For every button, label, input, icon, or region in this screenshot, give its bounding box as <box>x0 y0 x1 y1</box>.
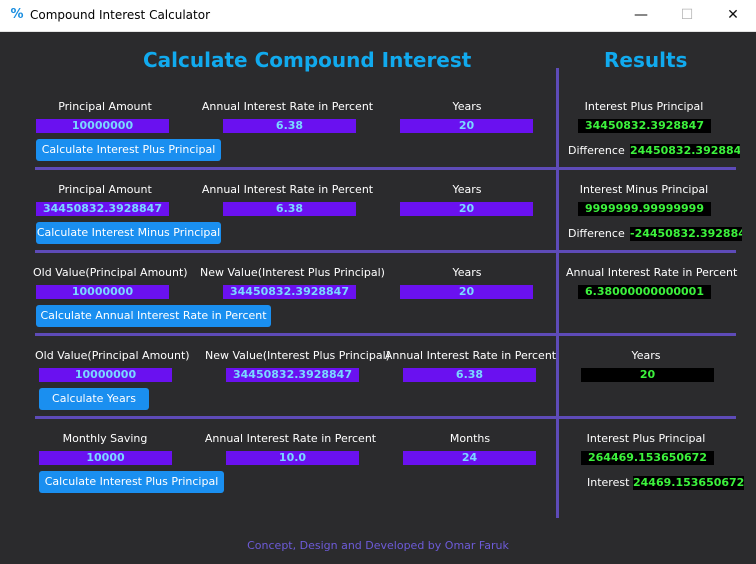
section-divider <box>35 167 736 170</box>
rate-input[interactable]: 6.38 <box>403 368 536 382</box>
results-title: Results <box>604 48 688 72</box>
monthly-saving-input[interactable]: 10000 <box>39 451 172 465</box>
section-divider <box>35 333 736 336</box>
calc-years-button[interactable]: Calculate Years <box>39 388 149 410</box>
calc-interest-minus-principal-button[interactable]: Calculate Interest Minus Principal <box>36 222 221 244</box>
calc-annual-rate-button[interactable]: Calculate Annual Interest Rate in Percen… <box>36 305 271 327</box>
old-value-label: Old Value(Principal Amount) <box>33 266 188 279</box>
rate-label: Annual Interest Rate in Percent <box>384 349 557 362</box>
result-label: Annual Interest Rate in Percent <box>566 266 738 279</box>
difference-label: Difference <box>568 144 625 157</box>
interest-label: Interest <box>587 476 630 489</box>
new-value-input[interactable]: 34450832.3928847 <box>223 285 356 299</box>
principal-input[interactable]: 34450832.3928847 <box>36 202 169 216</box>
minimize-button[interactable]: — <box>618 0 664 31</box>
section-divider <box>35 250 736 253</box>
rate-label: Annual Interest Rate in Percent <box>204 432 377 445</box>
old-value-label: Old Value(Principal Amount) <box>35 349 190 362</box>
title-bar: % Compound Interest Calculator — ☐ ✕ <box>0 0 756 32</box>
result-value: 264469.153650672 <box>581 451 714 465</box>
main-area: Calculate Compound Interest Results Prin… <box>0 31 756 564</box>
new-value-label: New Value(Interest Plus Principal) <box>200 266 385 279</box>
years-input[interactable]: 20 <box>400 202 533 216</box>
months-label: Months <box>449 432 491 445</box>
result-label: Interest Plus Principal <box>584 100 704 113</box>
principal-input[interactable]: 10000000 <box>36 119 169 133</box>
window-title: Compound Interest Calculator <box>30 8 211 22</box>
result-value: 6.38000000000001 <box>578 285 711 299</box>
interest-value: 24469.1536506722 <box>633 476 744 490</box>
page-title: Calculate Compound Interest <box>143 48 472 72</box>
credits-footer: Concept, Design and Developed by Omar Fa… <box>247 539 509 552</box>
maximize-button[interactable]: ☐ <box>664 0 710 31</box>
calc-interest-plus-principal-button[interactable]: Calculate Interest Plus Principal <box>36 139 221 161</box>
years-label: Years <box>452 100 482 113</box>
difference-label: Difference <box>568 227 625 240</box>
result-label: Years <box>631 349 661 362</box>
years-label: Years <box>452 266 482 279</box>
rate-label: Annual Interest Rate in Percent <box>201 100 374 113</box>
years-input[interactable]: 20 <box>400 119 533 133</box>
principal-label: Principal Amount <box>58 183 152 196</box>
result-value: 9999999.99999999 <box>578 202 711 216</box>
rate-input[interactable]: 6.38 <box>223 202 356 216</box>
difference-value: -24450832.3928847 <box>630 227 742 241</box>
vertical-divider <box>556 68 559 518</box>
close-button[interactable]: ✕ <box>710 0 756 31</box>
months-input[interactable]: 24 <box>403 451 536 465</box>
rate-input[interactable]: 6.38 <box>223 119 356 133</box>
result-label: Interest Minus Principal <box>579 183 709 196</box>
result-value: 34450832.3928847 <box>578 119 711 133</box>
monthly-saving-label: Monthly Saving <box>62 432 148 445</box>
old-value-input[interactable]: 10000000 <box>36 285 169 299</box>
difference-value: 24450832.3928847 <box>630 144 740 158</box>
result-value: 20 <box>581 368 714 382</box>
years-label: Years <box>452 183 482 196</box>
new-value-label: New Value(Interest Plus Principal) <box>205 349 390 362</box>
rate-label: Annual Interest Rate in Percent <box>201 183 374 196</box>
calc-savings-button[interactable]: Calculate Interest Plus Principal <box>39 471 224 493</box>
section-divider <box>35 416 736 419</box>
new-value-input[interactable]: 34450832.3928847 <box>226 368 359 382</box>
result-label: Interest Plus Principal <box>586 432 706 445</box>
principal-label: Principal Amount <box>58 100 152 113</box>
years-input[interactable]: 20 <box>400 285 533 299</box>
percent-icon: % <box>10 7 24 22</box>
rate-input[interactable]: 10.0 <box>226 451 359 465</box>
old-value-input[interactable]: 10000000 <box>39 368 172 382</box>
